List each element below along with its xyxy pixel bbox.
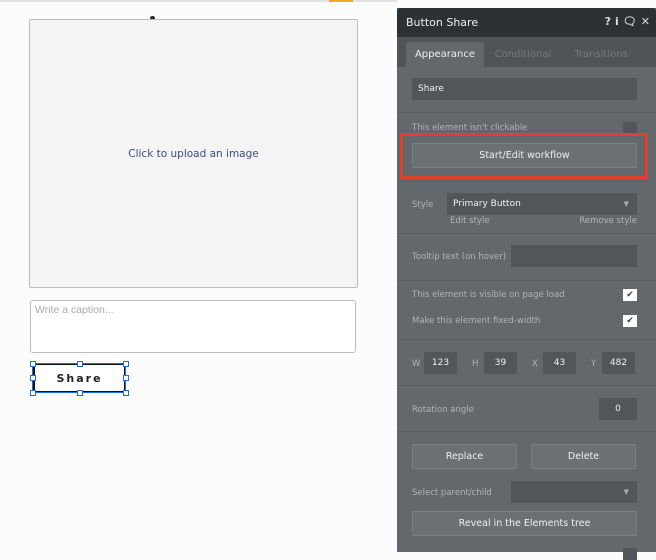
x-input[interactable]: 43 — [543, 352, 576, 374]
selection-outline — [32, 363, 126, 393]
visible-checkbox[interactable]: ✔ — [623, 289, 637, 301]
divider — [397, 339, 656, 340]
visible-label: This element is visible on page load — [412, 290, 565, 300]
tooltip-input[interactable] — [511, 245, 637, 267]
comment-icon[interactable]: 🗨 — [623, 15, 637, 28]
style-label: Style — [412, 200, 434, 210]
rotation-label: Rotation angle — [412, 405, 474, 415]
resize-handle[interactable] — [30, 390, 36, 396]
image-uploader[interactable]: Click to upload an image — [29, 19, 358, 288]
rotation-input[interactable]: 0 — [599, 398, 637, 420]
fixed-width-label: Make this element fixed-width — [412, 316, 541, 326]
height-input[interactable]: 39 — [484, 352, 517, 374]
edit-style-link[interactable]: Edit style — [450, 216, 490, 226]
caption-input[interactable]: Write a caption... — [30, 300, 356, 353]
text-input[interactable]: Share — [412, 78, 637, 100]
remove-style-link[interactable]: Remove style — [579, 216, 637, 226]
tooltip-label: Tooltip text (on hover) — [412, 252, 507, 262]
tab-transitions[interactable]: Transitions — [563, 42, 639, 67]
divider — [397, 233, 656, 234]
resize-handle[interactable] — [123, 361, 129, 367]
divider — [397, 385, 656, 386]
parent-child-select[interactable]: ▼ — [511, 481, 637, 503]
panel-title: Button Share — [406, 16, 479, 29]
x-label: X — [532, 359, 538, 369]
resize-handle[interactable] — [123, 375, 129, 381]
style-select[interactable]: Primary Button ▼ — [447, 193, 637, 215]
parent-child-label: Select parent/child — [412, 488, 492, 498]
chevron-down-icon: ▼ — [623, 200, 629, 208]
w-label: W — [412, 359, 421, 369]
divider — [397, 431, 656, 432]
y-label: Y — [591, 359, 597, 369]
replace-button[interactable]: Replace — [412, 444, 517, 469]
fixed-width-checkbox[interactable]: ✔ — [623, 315, 637, 327]
not-clickable-label: This element isn't clickable — [412, 123, 528, 133]
resize-handle[interactable] — [123, 390, 129, 396]
property-editor: Button Share ? i 🗨 ✕ Appearance Conditio… — [397, 8, 656, 560]
help-icon[interactable]: ? — [605, 15, 611, 28]
resize-handle[interactable] — [77, 390, 83, 396]
divider — [397, 280, 656, 281]
info-icon[interactable]: i — [615, 15, 619, 28]
panel-header[interactable]: Button Share ? i 🗨 ✕ — [397, 8, 656, 37]
y-input[interactable]: 482 — [602, 352, 635, 374]
reveal-elements-tree-button[interactable]: Reveal in the Elements tree — [412, 511, 637, 536]
resize-handle[interactable] — [30, 361, 36, 367]
checkbox[interactable] — [623, 548, 637, 560]
tab-appearance[interactable]: Appearance — [406, 42, 484, 67]
resize-handle[interactable] — [30, 375, 36, 381]
h-label: H — [472, 359, 479, 369]
caption-placeholder: Write a caption... — [35, 304, 114, 316]
upload-text: Click to upload an image — [128, 147, 259, 160]
tab-conditional[interactable]: Conditional — [487, 42, 559, 67]
style-value: Primary Button — [453, 199, 521, 209]
tab-bar: Appearance Conditional Transitions — [397, 37, 656, 67]
chevron-down-icon: ▼ — [623, 488, 629, 496]
close-icon[interactable]: ✕ — [641, 15, 650, 28]
delete-button[interactable]: Delete — [531, 444, 636, 469]
width-input[interactable]: 123 — [424, 352, 457, 374]
top-accent — [329, 0, 353, 2]
divider — [397, 112, 656, 113]
start-edit-workflow-button[interactable]: Start/Edit workflow — [412, 143, 637, 168]
resize-handle[interactable] — [77, 361, 83, 367]
